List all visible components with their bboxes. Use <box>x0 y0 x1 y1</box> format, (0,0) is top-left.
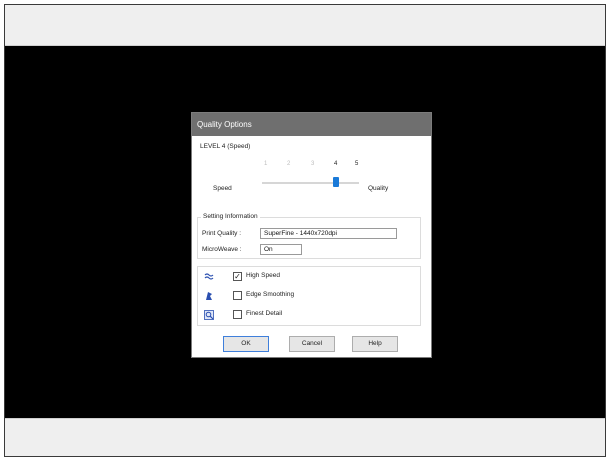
level-label: LEVEL 4 (Speed) <box>200 143 251 150</box>
edge-smoothing-checkbox[interactable] <box>233 291 242 300</box>
microweave-field: On <box>260 244 302 255</box>
quality-options-dialog: Quality Options LEVEL 4 (Speed) 1 2 3 4 … <box>191 112 432 358</box>
screen-frame: Quality Options LEVEL 4 (Speed) 1 2 3 4 … <box>4 4 606 457</box>
high-speed-label: High Speed <box>246 272 280 279</box>
dialog-title[interactable]: Quality Options <box>192 113 431 136</box>
ok-button[interactable]: OK <box>223 336 269 352</box>
high-speed-checkbox[interactable]: ✓ <box>233 272 242 281</box>
slider-tick-1: 1 <box>264 161 268 167</box>
finest-detail-icon <box>204 310 214 320</box>
setting-information-group: Setting Information Print Quality : Supe… <box>197 213 421 259</box>
finest-detail-label: Finest Detail <box>246 310 283 317</box>
top-band <box>5 5 605 46</box>
print-quality-label: Print Quality : <box>202 230 242 237</box>
slider-tick-2: 2 <box>287 161 291 167</box>
finest-detail-option[interactable]: Finest Detail <box>204 308 404 322</box>
options-group: ✓ High Speed Edge Smoothing Finest Detai… <box>197 266 421 326</box>
slider-right-label: Quality <box>368 185 389 192</box>
high-speed-icon <box>204 273 214 280</box>
edge-smoothing-icon <box>206 292 212 300</box>
edge-smoothing-label: Edge Smoothing <box>246 291 295 298</box>
quality-slider-track[interactable] <box>262 182 359 184</box>
quality-slider-thumb[interactable] <box>333 177 339 187</box>
slider-left-label: Speed <box>213 185 232 192</box>
high-speed-option[interactable]: ✓ High Speed <box>204 270 404 284</box>
slider-tick-4: 4 <box>334 161 338 167</box>
help-button[interactable]: Help <box>352 336 398 352</box>
setting-information-title: Setting Information <box>201 213 260 220</box>
slider-tick-5: 5 <box>355 161 359 167</box>
edge-smoothing-option[interactable]: Edge Smoothing <box>204 289 404 303</box>
print-quality-field: SuperFine - 1440x720dpi <box>260 228 397 239</box>
bottom-band <box>5 418 605 456</box>
microweave-label: MicroWeave : <box>202 246 242 253</box>
slider-tick-3: 3 <box>311 161 315 167</box>
finest-detail-checkbox[interactable] <box>233 310 242 319</box>
cancel-button[interactable]: Cancel <box>289 336 335 352</box>
